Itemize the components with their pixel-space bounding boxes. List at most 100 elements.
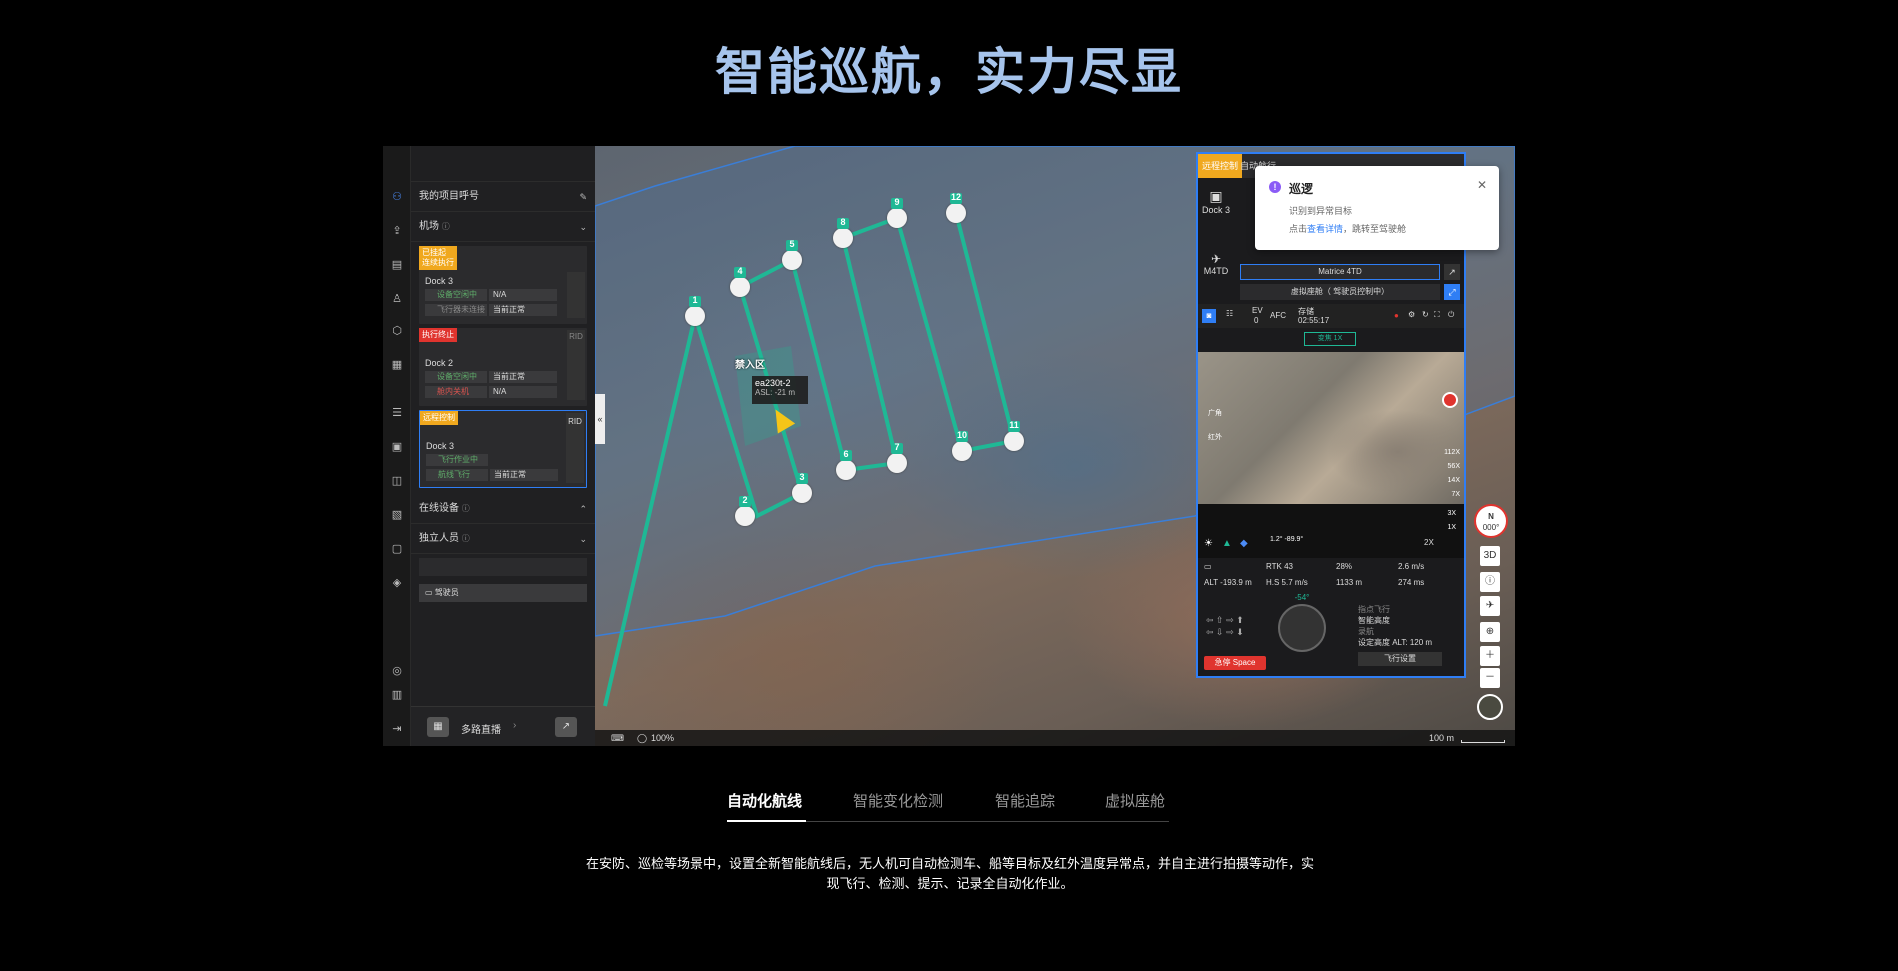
waypoint[interactable]: 7 [887,442,907,473]
gear-icon[interactable]: ⚙ [1408,310,1415,319]
ev-label[interactable]: EV [1252,306,1263,315]
tab-auto-route[interactable]: 自动化航线 [727,790,802,811]
tab-smart-tracking[interactable]: 智能追踪 [995,790,1055,811]
project-call-row[interactable]: 我的项目呼号 ✎ [411,182,595,212]
model-field[interactable]: Matrice 4TD [1240,264,1440,280]
sliders-icon[interactable]: ☷ [1226,309,1233,318]
waypoint[interactable]: 4 [730,266,750,297]
view-details-link[interactable]: 查看详情 [1307,224,1343,234]
refresh-icon[interactable]: ↻ [1422,310,1429,319]
dock-card-3[interactable]: 远程控制 Dock 3 飞行作业中 航线飞行 当前正常 RID [419,410,587,488]
globe-icon[interactable]: ◎ [390,664,404,678]
dock-status-line: 飞行作业中 [426,454,560,466]
photo-icon[interactable]: ▧ [390,508,404,522]
dock-side-panel[interactable] [567,272,585,318]
waypoint[interactable]: 3 [792,472,812,503]
dock-status-line: 设备空闲中 N/A [425,289,559,301]
zoom-levels-low[interactable]: 3X 1X [1447,507,1456,535]
independent-personnel-header[interactable]: 独立人员 ⓘ ⌄ [411,524,595,554]
flight-settings-button[interactable]: 飞行设置 [1358,652,1442,666]
hspeed-value: H.S 5.7 m/s [1266,578,1308,587]
waypoint[interactable]: 2 [735,495,755,526]
zoom-levels[interactable]: 112X 56X 14X 7X [1444,446,1460,502]
landscape-icon[interactable]: ▲ [1222,538,1232,549]
info-icon[interactable]: ⓘ [1480,572,1500,592]
current-zoom[interactable]: 2X [1424,538,1434,547]
compass[interactable]: N 000° [1474,504,1508,538]
direction-pad[interactable]: ⇦ ⇧ ⇨ ⬆ ⇦ ⇩ ⇨ ⬇ [1206,614,1260,650]
airport-section-header[interactable]: 机场 ⓘ ⌄ [411,212,595,242]
upload-icon[interactable]: ⇪ [390,224,404,238]
drone-device[interactable]: ✈ M4TD [1202,252,1230,276]
patrol-notification[interactable]: ! 巡逻 识别到异常目标 点击查看详情，跳转至驾驶舱 ✕ [1255,166,1499,250]
dock-device[interactable]: ▣ Dock 3 [1202,188,1230,215]
keyboard-icon[interactable]: ⌨ [611,730,624,746]
pilot-label: 驾驶员 [434,588,459,597]
multi-stream-icon[interactable]: ▦ [427,717,449,737]
document-icon[interactable]: ▢ [390,542,404,556]
tab-virtual-cockpit[interactable]: 虚拟座舱 [1105,790,1165,811]
camera-feed[interactable]: 广角 红外 112X 56X 14X 7X [1198,352,1464,504]
multi-stream-label[interactable]: 多路直播 [461,721,501,736]
waypoint[interactable]: 11 [1004,420,1024,451]
nav-rail: ⚇ ⇪ ▤ ♙ ⬡ ▦ ☰ ▣ ◫ ▧ ▢ ◈ ◎ ▥ ⇥ [383,146,411,746]
waypoint[interactable]: 12 [946,192,966,223]
online-devices-header[interactable]: 在线设备 ⓘ ⌃ [411,494,595,524]
drop-icon[interactable]: ◆ [1240,538,1248,549]
team-icon[interactable]: ⚇ [390,190,404,204]
chart-icon[interactable]: ◫ [390,474,404,488]
media-icon[interactable]: ▤ [390,258,404,272]
map-layer-toggle[interactable] [1477,694,1503,720]
camera-toolbar: ◙ ☷ EV 0 AFC 存储 02:55:17 ● ⚙ ↻ ⛶ ⏻ [1198,304,1464,328]
dock-name: Dock 3 [426,441,455,451]
cube-icon[interactable]: ◈ [390,576,404,590]
zoom-in-icon[interactable]: ＋ [1480,646,1500,666]
waypoint[interactable]: 1 [685,295,705,326]
emergency-stop-button[interactable]: 急停 Space [1204,656,1266,670]
expand-icon[interactable]: ⤢ [1444,284,1460,300]
3d-toggle-button[interactable]: 3D [1480,546,1500,566]
waypoint[interactable]: 6 [836,449,856,480]
afc-label[interactable]: AFC [1270,311,1286,320]
calendar-icon[interactable]: ▣ [390,440,404,454]
wide-lens-label[interactable]: 广角 [1208,408,1222,418]
camera-icon[interactable]: ◙ [1202,309,1216,323]
ir-lens-label[interactable]: 红外 [1208,432,1222,442]
rid-panel[interactable]: RID [566,413,584,483]
waypoint[interactable]: 5 [782,239,802,270]
rid-panel[interactable]: RID [567,330,585,400]
grid-icon[interactable]: ▦ [390,358,404,372]
power-icon[interactable]: ⏻ [1448,310,1454,320]
settings-icon[interactable]: ▥ [390,688,404,702]
pilot-row[interactable]: ▭ 驾驶员 [419,584,587,602]
edit-icon[interactable]: ✎ [579,182,587,212]
tab-change-detection[interactable]: 智能变化检测 [853,790,943,811]
route-icon[interactable]: ↗ [555,717,577,737]
close-icon[interactable]: ✕ [1477,178,1487,192]
sun-icon[interactable]: ☀ [1204,538,1213,549]
fullscreen-icon[interactable]: ⛶ [1434,310,1440,320]
chevron-up-icon[interactable]: ⌃ [579,494,587,524]
record-icon[interactable]: ● [1394,311,1399,320]
chevron-down-icon[interactable]: ⌄ [579,524,587,554]
shutter-button[interactable] [1442,392,1458,408]
dock-card-2[interactable]: 执行终止 Dock 2 设备空闲中 当前正常 舱内关机 N/A RID [419,328,587,406]
share-icon[interactable]: ↗ [1444,264,1460,280]
person-icon[interactable]: ♙ [390,292,404,306]
chevron-right-icon[interactable]: › [513,720,516,731]
zoom-button[interactable]: 变焦 1X [1304,332,1356,346]
waypoint[interactable]: 8 [833,217,853,248]
tab-remote-control[interactable]: 远程控制 [1198,154,1243,178]
chevron-down-icon[interactable]: ⌄ [579,212,587,242]
waypoint[interactable]: 9 [887,197,907,228]
waypoint[interactable]: 10 [952,430,972,461]
list-icon[interactable]: ☰ [390,406,404,420]
virtual-cockpit-button[interactable]: 虚拟座舱（ 驾驶员控制中） [1240,284,1440,300]
collapse-panel-button[interactable]: « [595,394,605,444]
airplane-icon[interactable]: ✈ [1480,596,1500,616]
locate-icon[interactable]: ⊕ [1480,622,1500,642]
logout-icon[interactable]: ⇥ [390,722,404,736]
zoom-out-icon[interactable]: － [1480,668,1500,688]
model-icon[interactable]: ⬡ [390,324,404,338]
dock-card-1[interactable]: 已挂起 连续执行 Dock 3 设备空闲中 N/A 飞行器未连接 当前正常 [419,246,587,324]
